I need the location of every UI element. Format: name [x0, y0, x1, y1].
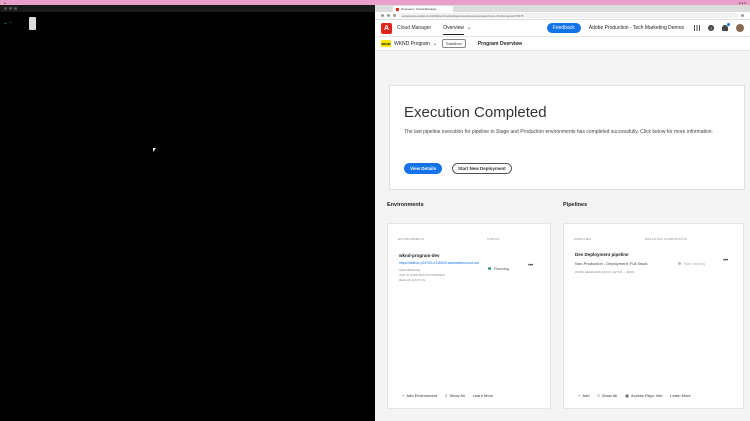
program-switcher[interactable]: WKND Program: [394, 41, 430, 47]
avatar[interactable]: [736, 24, 744, 32]
pipelines-panel: PIPELINES DEPLOYED CODE/STATUS Dev Deplo…: [563, 223, 744, 409]
pipeline-repo: WKND HEADLESS QUICK SETUP — MAIN: [575, 270, 635, 274]
notifications-icon[interactable]: [722, 23, 730, 31]
execution-title: Execution Completed: [404, 104, 547, 121]
add-pipeline-label: Add: [582, 393, 590, 398]
app-header: A Cloud Manager Overview ⌄ Feedback Adob…: [375, 20, 750, 37]
execution-card: Execution Completed The last pipeline ex…: [389, 85, 745, 190]
col-environments: ENVIRONMENTS: [398, 237, 425, 241]
env-show-all-label: Show All: [449, 393, 465, 398]
notification-badge: [727, 23, 730, 26]
env-link[interactable]: https://author-p24700-e116005.adobeaemcl…: [399, 261, 479, 265]
sandbox-badge: Sandbox: [442, 39, 466, 48]
chevron-down-icon[interactable]: ⌄: [467, 25, 471, 31]
env-show-all-button[interactable]: ≡ Show All: [445, 393, 465, 398]
environments-heading: Environments: [387, 202, 424, 208]
reload-icon[interactable]: [393, 14, 396, 17]
execution-description: The last pipeline execution for pipeline…: [404, 129, 713, 135]
add-pipeline-button[interactable]: + Add: [578, 393, 589, 398]
env-status-label: Running: [494, 266, 509, 271]
program-bar: WKND WKND Program ⌄ Sandbox Program Over…: [375, 37, 750, 51]
feedback-button[interactable]: Feedback: [546, 23, 581, 33]
minimize-icon[interactable]: [9, 7, 12, 10]
pipeline-type: Non-Production - Deployment: Full Stack: [575, 261, 648, 266]
pipelines-heading: Pipelines: [563, 202, 588, 208]
access-repo-info-label: Access Repo Info: [630, 393, 663, 398]
add-environment-button[interactable]: + Add Environment: [402, 393, 437, 398]
pipe-show-all-button[interactable]: ≡ Show All: [597, 393, 617, 398]
status-icons: ● ● ●: [738, 0, 746, 5]
prompt-dir: ~: [9, 22, 12, 26]
env-region: REGION: EAST US: [399, 278, 426, 282]
browser-tab[interactable]: Overview | Cloud Manager: [393, 6, 453, 12]
terminal-titlebar: [0, 5, 375, 12]
app-name: Cloud Manager: [397, 25, 432, 31]
not-running-dot-icon: [678, 262, 681, 265]
pipeline-more-icon[interactable]: •••: [723, 258, 728, 264]
environments-panel: ENVIRONMENTS STATUS wknd-program-dev htt…: [387, 223, 551, 409]
plus-icon: +: [578, 393, 581, 398]
list-icon: ≡: [597, 393, 600, 398]
browser-window: Overview | Cloud Manager experience.adob…: [375, 5, 750, 421]
pipe-learn-more-button[interactable]: Learn More: [670, 393, 690, 398]
address-bar: experience.adobe.com/#/@techmarketingdem…: [375, 12, 750, 20]
start-new-deployment-button[interactable]: Start New Deployment: [452, 163, 512, 174]
tab-strip: Overview | Cloud Manager: [375, 5, 750, 12]
list-icon: ≡: [445, 393, 448, 398]
add-environment-label: Add Environment: [406, 393, 438, 398]
running-dot-icon: [488, 267, 491, 270]
nav-overview[interactable]: Overview: [443, 25, 464, 35]
apple-icon[interactable]: ●: [4, 1, 6, 5]
env-name: wknd-program-dev: [399, 253, 440, 258]
org-switcher[interactable]: Adobe Production - Tech Marketing Demos: [589, 25, 684, 31]
col-pipelines: PIPELINES: [574, 237, 592, 241]
pipelines-footer: + Add ≡ Show All ▦ Access Repo Info Learn M…: [578, 393, 691, 398]
program-logo: WKND: [381, 40, 391, 47]
env-more-icon[interactable]: •••: [528, 263, 533, 269]
adobe-logo-icon: A: [381, 22, 392, 34]
env-learn-more-button[interactable]: Learn More: [473, 393, 493, 398]
col-status: STATUS: [487, 237, 500, 241]
plus-icon: +: [402, 393, 405, 398]
col-deployed-code: DEPLOYED CODE/STATUS: [645, 237, 688, 241]
tab-title: Overview | Cloud Manager: [401, 7, 437, 11]
help-icon[interactable]: ?: [708, 25, 714, 31]
apps-grid-icon[interactable]: [694, 25, 700, 31]
text-cursor: [29, 17, 36, 30]
zoom-icon[interactable]: [14, 7, 17, 10]
pipeline-status-label: Not running: [684, 261, 705, 266]
window-controls[interactable]: [4, 7, 17, 10]
pipeline-name[interactable]: Dev Deployment pipeline: [575, 252, 629, 257]
pipe-learn-more-label: Learn More: [670, 393, 691, 398]
access-repo-info-button[interactable]: ▦ Access Repo Info: [625, 393, 662, 398]
env-learn-more-label: Learn More: [472, 393, 494, 398]
profile-icon[interactable]: [741, 14, 744, 17]
env-status: Running: [488, 266, 509, 271]
program-overview-title: Program Overview: [477, 40, 523, 47]
pipeline-status: Not running: [678, 261, 705, 266]
program-chevron-icon[interactable]: ⌄: [433, 41, 437, 47]
back-icon[interactable]: [381, 14, 384, 17]
prompt-arrow-icon: ➜: [4, 23, 7, 27]
environments-footer: + Add Environment ≡ Show All Learn More: [402, 393, 493, 398]
repo-icon: ▦: [625, 393, 629, 398]
terminal-prompt: ➜ ~: [4, 21, 12, 27]
favicon-icon: [396, 7, 399, 11]
terminal-window[interactable]: ➜ ~: [0, 5, 375, 421]
close-icon[interactable]: [4, 7, 7, 10]
forward-icon[interactable]: [387, 14, 390, 17]
mouse-pointer-icon: [153, 148, 156, 152]
view-details-button[interactable]: View Details: [404, 163, 443, 174]
pipe-show-all-label: Show All: [601, 393, 618, 398]
url-field[interactable]: experience.adobe.com/#/@techmarketingdem…: [399, 13, 738, 18]
